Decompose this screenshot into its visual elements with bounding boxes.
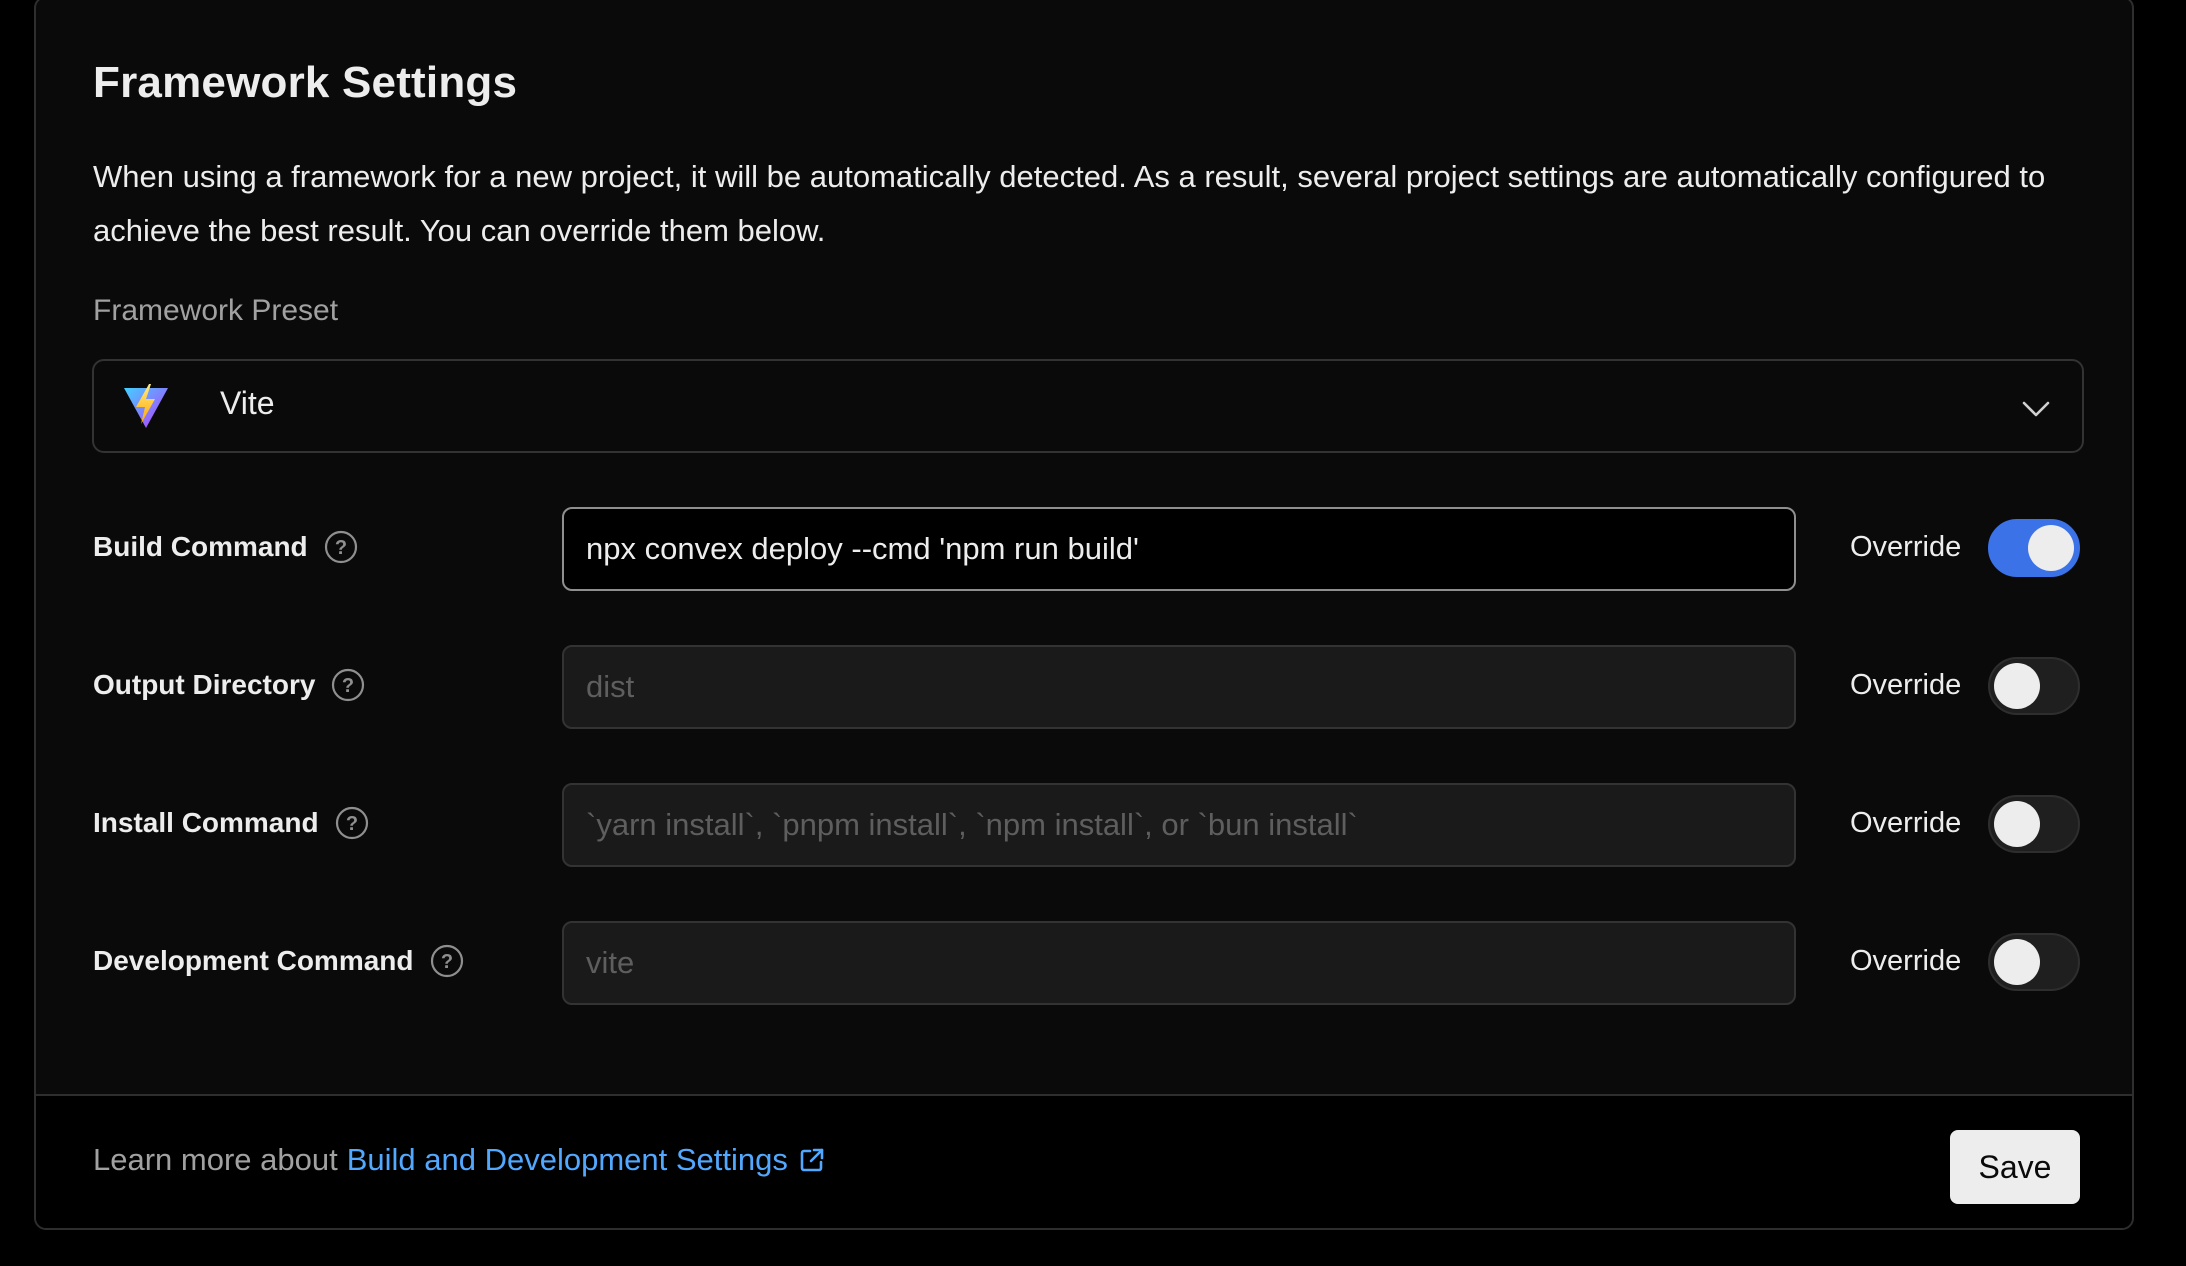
external-link-icon: [800, 1148, 824, 1172]
help-icon[interactable]: ?: [324, 530, 358, 564]
chevron-down-icon: [2022, 401, 2050, 417]
save-button[interactable]: Save: [1950, 1130, 2080, 1204]
help-icon[interactable]: ?: [335, 806, 369, 840]
install-command-label-wrap: Install Command ?: [93, 806, 369, 840]
development-command-override-toggle[interactable]: [1988, 933, 2080, 991]
install-command-input[interactable]: [562, 783, 1796, 867]
toggle-knob: [1994, 939, 2040, 985]
toggle-knob: [1994, 801, 2040, 847]
install-command-override-toggle[interactable]: [1988, 795, 2080, 853]
output-directory-row: Output Directory ? Override: [36, 645, 2132, 729]
svg-text:?: ?: [345, 813, 357, 835]
framework-preset-value: Vite: [220, 385, 275, 421]
learn-more-text: Learn more about Build and Development S…: [93, 1142, 826, 1178]
framework-settings-card: Framework Settings When using a framewor…: [34, 0, 2134, 1230]
development-command-label-wrap: Development Command ?: [93, 944, 464, 978]
toggle-knob: [2028, 525, 2074, 571]
svg-text:?: ?: [440, 951, 452, 973]
output-directory-input[interactable]: [562, 645, 1796, 729]
help-icon[interactable]: ?: [430, 944, 464, 978]
card-body: Framework Settings When using a framewor…: [36, 0, 2132, 1094]
card-footer: Learn more about Build and Development S…: [36, 1094, 2132, 1228]
install-command-label: Install Command: [93, 807, 319, 838]
development-command-input[interactable]: [562, 921, 1796, 1005]
page-title: Framework Settings: [93, 58, 518, 107]
build-command-override-toggle[interactable]: [1988, 519, 2080, 577]
development-command-label: Development Command: [93, 945, 414, 976]
framework-preset-label: Framework Preset: [93, 294, 339, 327]
build-settings-docs-link[interactable]: Build and Development Settings: [347, 1142, 826, 1178]
output-directory-override-toggle[interactable]: [1988, 657, 2080, 715]
output-directory-label: Output Directory: [93, 669, 316, 700]
development-command-override-label: Override: [1850, 945, 1962, 977]
settings-description: When using a framework for a new project…: [93, 159, 2046, 248]
build-command-input[interactable]: [562, 507, 1796, 591]
help-icon[interactable]: ?: [331, 668, 365, 702]
build-settings-docs-link-label: Build and Development Settings: [346, 1142, 788, 1177]
learn-more-prefix: Learn more about: [93, 1142, 338, 1177]
svg-text:?: ?: [342, 675, 354, 697]
output-directory-override-label: Override: [1850, 669, 1962, 701]
build-command-label-wrap: Build Command ?: [93, 530, 358, 564]
framework-preset-select[interactable]: Vite: [92, 359, 2084, 453]
output-directory-label-wrap: Output Directory ?: [93, 668, 365, 702]
install-command-row: Install Command ? Override: [36, 783, 2132, 867]
development-command-row: Development Command ? Override: [36, 921, 2132, 1005]
build-command-override-label: Override: [1850, 531, 1962, 563]
build-command-row: Build Command ? Override: [36, 507, 2132, 591]
build-command-label: Build Command: [93, 531, 308, 562]
vite-logo-icon: [124, 384, 168, 428]
svg-text:?: ?: [335, 537, 347, 559]
toggle-knob: [1994, 663, 2040, 709]
install-command-override-label: Override: [1850, 807, 1962, 839]
